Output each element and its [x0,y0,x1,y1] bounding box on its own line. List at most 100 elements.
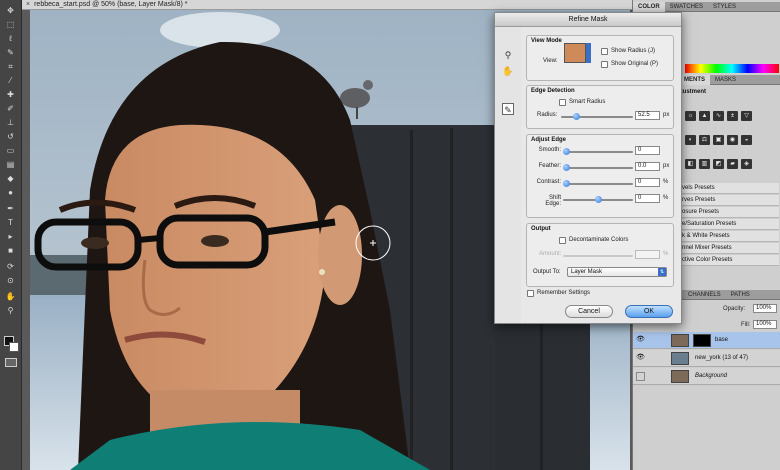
shape-tool-icon[interactable]: ■ [3,246,18,256]
tab-paths[interactable]: PATHS [726,290,755,300]
brightness-adjustment-icon[interactable]: ☼ [685,111,696,121]
remember-settings-checkbox[interactable] [527,290,534,297]
clone-tool-icon[interactable]: ⊥ [3,118,18,128]
refine-radius-brush-icon[interactable]: ✎ [502,103,514,115]
slider-knob[interactable] [563,180,570,187]
view-mode-thumbnail[interactable] [564,43,586,63]
preset-hue-saturation[interactable]: e/Saturation Presets [679,219,779,230]
close-document-icon[interactable]: × [26,1,30,8]
opacity-label: Opacity: [723,306,746,312]
channel-mixer-adjustment-icon[interactable]: ◒ [741,135,752,145]
type-tool-icon[interactable]: T [3,218,18,228]
gradient-map-adjustment-icon[interactable]: ▰ [727,159,738,169]
radius-input[interactable]: 52.5 [635,111,660,120]
adjust-edge-input[interactable]: 0 [635,178,660,187]
smart-radius-checkbox[interactable] [559,99,566,106]
zoom-tool-icon[interactable]: ⚲ [502,49,514,61]
preset-channel-mixer[interactable]: nnel Mixer Presets [679,243,779,254]
gradient-tool-icon[interactable]: ▤ [3,160,18,170]
posterize-adjustment-icon[interactable]: ▥ [699,159,710,169]
tab-styles[interactable]: STYLES [708,2,741,12]
history-brush-tool-icon[interactable]: ↺ [3,132,18,142]
show-radius-checkbox[interactable] [601,48,608,55]
lasso-tool-icon[interactable]: ℓ [3,34,18,44]
decontaminate-checkbox[interactable] [559,237,566,244]
preset-selective-color[interactable]: ctive Color Presets [679,255,779,266]
dialog-tools: ⚲ ✋ ✎ [495,27,521,323]
amount-slider[interactable] [563,255,633,257]
quick-mask-icon[interactable] [5,358,17,367]
crop-tool-icon[interactable]: ⌗ [3,62,18,72]
blur-tool-icon[interactable]: ◆ [3,174,18,184]
adjust-edge-input[interactable]: 0 [635,146,660,155]
eye-icon[interactable]: 👁 [636,336,646,344]
pen-tool-icon[interactable]: ✒ [3,204,18,214]
zoom-tool-icon[interactable]: ⚲ [3,306,18,316]
preset-levels[interactable]: vels Presets [679,183,779,194]
tab-color[interactable]: COLOR [633,2,665,12]
slider-knob[interactable] [573,113,581,120]
healing-tool-icon[interactable]: ✚ [3,90,18,100]
selective-color-adjustment-icon[interactable]: ◈ [741,159,752,169]
layer-mask-thumbnail[interactable] [693,334,711,347]
opacity-field[interactable]: 100% [753,304,777,313]
view-mode-dropdown-icon[interactable] [586,43,591,63]
slider-knob[interactable] [563,148,570,155]
document-tab[interactable]: × rebbeca_start.psd @ 50% (base, Layer M… [22,0,632,10]
slider-knob[interactable] [595,196,602,203]
photo-filter-adjustment-icon[interactable]: ◉ [727,135,738,145]
vibrance-adjustment-icon[interactable]: ▽ [741,111,752,121]
hue-saturation-adjustment-icon[interactable]: ◐ [685,135,696,145]
adjust-edge-input[interactable]: 0.0 [635,162,660,171]
layer-thumbnail [671,352,689,365]
visibility-toggle[interactable] [636,372,645,381]
output-to-select[interactable]: Layer Mask ⇅ [567,267,667,277]
tab-adjustments[interactable]: MENTS [679,75,710,85]
fill-field[interactable]: 100% [753,320,777,329]
background-color-swatch[interactable] [9,342,19,352]
move-tool-icon[interactable]: ✥ [3,6,18,16]
3d-orbit-tool-icon[interactable]: ⊙ [3,276,18,286]
curves-adjustment-icon[interactable]: ∿ [713,111,724,121]
dodge-tool-icon[interactable]: ● [3,188,18,198]
amount-input[interactable] [635,250,660,259]
adjust-edge-slider[interactable] [563,148,633,155]
layer-row-base[interactable]: 👁 base [633,332,780,349]
marquee-tool-icon[interactable]: ⬚ [3,20,18,30]
eye-icon[interactable]: 👁 [636,354,646,362]
3d-rotate-tool-icon[interactable]: ⟳ [3,262,18,272]
adjust-edge-input[interactable]: 0 [635,194,660,203]
path-select-tool-icon[interactable]: ▸ [3,232,18,242]
show-radius-label: Show Radius (J) [611,48,656,54]
preset-exposure[interactable]: osure Presets [679,207,779,218]
preset-black-white[interactable]: k & White Presets [679,231,779,242]
color-spectrum-bar[interactable] [685,64,779,73]
tab-masks[interactable]: MASKS [710,75,741,85]
threshold-adjustment-icon[interactable]: ◩ [713,159,724,169]
color-balance-adjustment-icon[interactable]: ⚖ [699,135,710,145]
tab-channels[interactable]: CHANNELS [683,290,726,300]
preset-curves[interactable]: rves Presets [679,195,779,206]
invert-adjustment-icon[interactable]: ◧ [685,159,696,169]
cancel-button[interactable]: Cancel [565,305,613,318]
tab-swatches[interactable]: SWATCHES [665,2,708,12]
eraser-tool-icon[interactable]: ▭ [3,146,18,156]
ok-button[interactable]: OK [625,305,673,318]
hand-tool-icon[interactable]: ✋ [3,292,18,302]
adjust-edge-slider[interactable] [563,196,633,203]
brush-tool-icon[interactable]: ✐ [3,104,18,114]
hand-tool-icon[interactable]: ✋ [502,65,514,77]
layer-row-new-york[interactable]: 👁 new_york (13 of 47) [633,350,780,367]
quick-select-tool-icon[interactable]: ✎ [3,48,18,58]
show-original-checkbox[interactable] [601,61,608,68]
levels-adjustment-icon[interactable]: ▲ [699,111,710,121]
adjust-edge-slider[interactable] [563,180,633,187]
layer-row-background[interactable]: Background [633,368,780,385]
slider-knob[interactable] [563,164,570,171]
eyedropper-tool-icon[interactable]: ⁄ [3,76,18,86]
adjust-edge-slider[interactable] [563,164,633,171]
exposure-adjustment-icon[interactable]: ± [727,111,738,121]
black-white-adjustment-icon[interactable]: ▣ [713,135,724,145]
radius-slider[interactable] [561,113,633,120]
adjust-edge-unit: px [663,163,670,169]
